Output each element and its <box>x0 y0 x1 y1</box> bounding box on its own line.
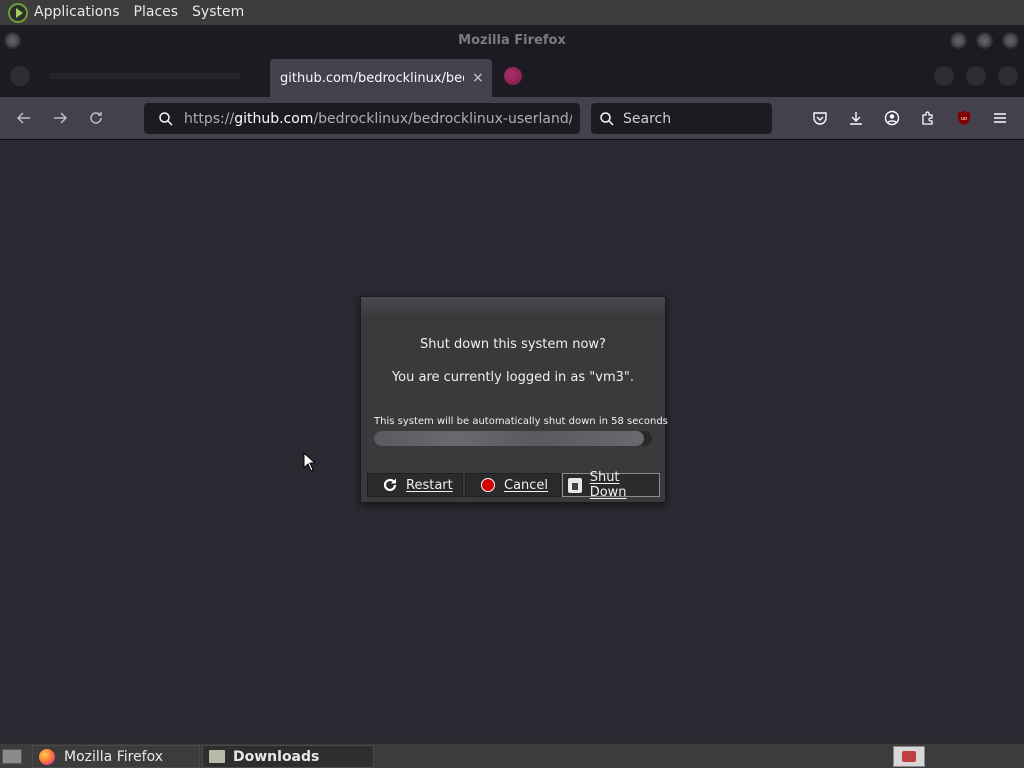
pocket-icon[interactable] <box>808 106 832 130</box>
window-titlebar[interactable]: Mozilla Firefox <box>0 25 1024 55</box>
ghost-button-icon[interactable] <box>966 66 986 86</box>
reload-icon[interactable] <box>84 106 108 130</box>
search-icon <box>159 111 173 126</box>
mouse-cursor-icon <box>303 452 315 472</box>
cancel-label: Cancel <box>504 477 549 493</box>
search-icon <box>600 111 614 126</box>
url-text[interactable]: https://github.com/bedrocklinux/bedrockl… <box>184 111 572 127</box>
dialog-header[interactable] <box>361 297 665 317</box>
window-menu-icon[interactable] <box>4 32 21 49</box>
tab-strip: github.com/bedrocklinux/bedrocklinux-use… <box>0 55 1024 97</box>
taskbar-label: Mozilla Firefox <box>64 748 164 765</box>
ghost-button-icon[interactable] <box>998 66 1018 86</box>
countdown-progress <box>374 431 652 446</box>
progress-fill <box>374 431 644 446</box>
countdown-text: This system will be automatically shut d… <box>374 416 668 427</box>
folder-icon <box>209 750 225 763</box>
tab-active[interactable]: github.com/bedrocklinux/bedrocklinux-use… <box>270 59 492 97</box>
restart-label: Restart <box>406 477 453 493</box>
forward-icon[interactable] <box>48 106 72 130</box>
shutdown-button[interactable]: Shut Down <box>562 470 660 500</box>
close-window-icon[interactable] <box>1002 32 1019 49</box>
ghost-button-icon[interactable] <box>934 66 954 86</box>
show-desktop-icon[interactable] <box>2 749 22 764</box>
stop-icon <box>481 478 495 492</box>
mate-menu-icon[interactable] <box>8 2 28 23</box>
downloads-icon[interactable] <box>844 106 868 130</box>
close-icon[interactable]: × <box>472 70 484 86</box>
nav-toolbar: https://github.com/bedrocklinux/bedrockl… <box>0 97 1024 140</box>
shutdown-dialog: Shut down this system now? You are curre… <box>360 296 668 503</box>
svg-text:uo: uo <box>961 116 967 122</box>
top-panel: Applications Places System <box>0 0 1024 25</box>
back-icon[interactable] <box>12 106 36 130</box>
search-input[interactable]: Search <box>591 103 772 134</box>
dialog-question: Shut down this system now? <box>420 337 606 352</box>
taskbar-label: Downloads <box>233 748 320 765</box>
inactive-tab[interactable] <box>50 73 240 79</box>
cancel-button[interactable]: Cancel <box>465 473 561 497</box>
window-title: Mozilla Firefox <box>458 32 566 48</box>
shutdown-label: Shut Down <box>589 470 627 500</box>
minimize-icon[interactable] <box>950 32 967 49</box>
restart-icon <box>383 478 397 492</box>
taskbar-item-downloads[interactable]: Downloads <box>202 745 374 768</box>
search-placeholder: Search <box>623 110 672 127</box>
menu-icon[interactable] <box>988 106 1012 130</box>
dialog-login-text: You are currently logged in as "vm3". <box>391 370 635 385</box>
extensions-icon[interactable] <box>916 106 940 130</box>
url-bar[interactable]: https://github.com/bedrocklinux/bedrockl… <box>144 103 580 134</box>
restart-button[interactable]: Restart <box>367 473 463 497</box>
ublock-icon[interactable]: uo <box>952 106 976 130</box>
workspace-switcher-icon[interactable] <box>893 746 925 767</box>
firefox-icon <box>39 748 55 765</box>
tab-favicon-icon[interactable] <box>504 67 522 85</box>
tab-label: github.com/bedrocklinux/bedrocklinux-use… <box>280 70 464 86</box>
maximize-icon[interactable] <box>976 32 993 49</box>
menu-system[interactable]: System <box>185 0 251 25</box>
taskbar-item-firefox[interactable]: Mozilla Firefox <box>32 745 200 768</box>
menu-places[interactable]: Places <box>127 0 186 25</box>
menu-applications[interactable]: Applications <box>27 0 127 25</box>
account-icon[interactable] <box>880 106 904 130</box>
bottom-panel: Mozilla Firefox Downloads <box>0 743 1024 768</box>
shutdown-icon <box>568 477 582 493</box>
tab-favicon-icon[interactable] <box>10 66 30 86</box>
